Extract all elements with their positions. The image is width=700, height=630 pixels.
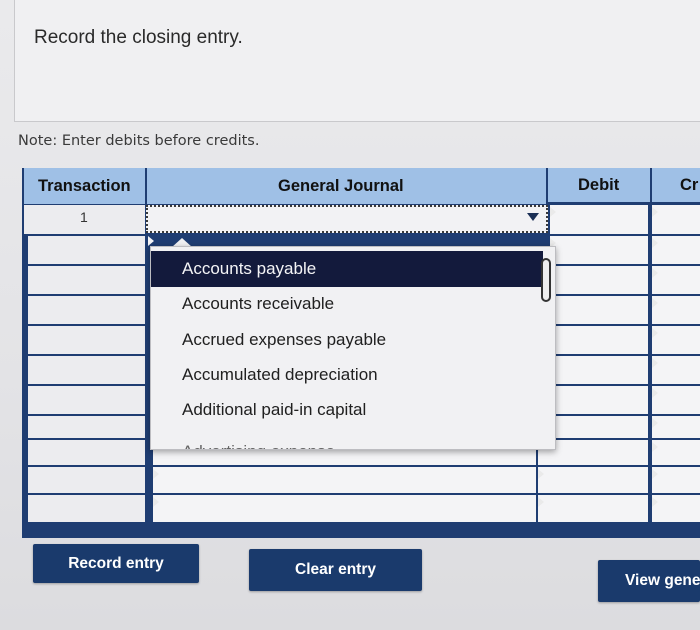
cell-marker-icon bbox=[652, 328, 658, 338]
debit-cell[interactable] bbox=[550, 205, 648, 234]
credit-cell[interactable] bbox=[652, 236, 700, 264]
option-accrued-expenses-payable[interactable]: Accrued expenses payable bbox=[151, 322, 543, 358]
note-text: Note: Enter debits before credits. bbox=[18, 133, 260, 149]
transaction-cell bbox=[28, 467, 145, 493]
cell-marker-icon bbox=[652, 207, 658, 217]
transaction-cell bbox=[28, 495, 145, 522]
option-accounts-receivable[interactable]: Accounts receivable bbox=[151, 286, 543, 322]
debit-cell[interactable] bbox=[550, 236, 648, 264]
transaction-cell bbox=[28, 326, 145, 354]
option-accumulated-depreciation[interactable]: Accumulated depreciation bbox=[151, 357, 543, 393]
cell-marker-icon bbox=[153, 469, 159, 479]
transaction-cell bbox=[28, 266, 145, 294]
cell-marker-icon bbox=[550, 207, 556, 217]
record-entry-button[interactable]: Record entry bbox=[33, 544, 199, 583]
debit-cell[interactable] bbox=[550, 416, 648, 438]
credit-cell[interactable] bbox=[652, 266, 700, 294]
header-transaction: Transaction bbox=[24, 168, 145, 204]
chevron-down-icon[interactable] bbox=[527, 213, 539, 221]
credit-cell[interactable] bbox=[652, 416, 700, 438]
header-credit: Cr bbox=[652, 168, 700, 202]
transaction-cell bbox=[28, 386, 145, 414]
cell-marker-icon bbox=[538, 469, 544, 479]
transaction-cell bbox=[28, 440, 145, 465]
transaction-number: 1 bbox=[80, 209, 88, 225]
account-select[interactable] bbox=[146, 205, 548, 233]
cell-marker-icon bbox=[652, 497, 658, 507]
cell-marker-icon bbox=[652, 388, 658, 398]
debit-cell[interactable] bbox=[550, 356, 648, 384]
credit-cell[interactable] bbox=[652, 386, 700, 414]
cell-marker-icon bbox=[652, 298, 658, 308]
question-box bbox=[14, 0, 700, 122]
cell-marker-icon bbox=[652, 442, 658, 452]
account-cell[interactable] bbox=[153, 467, 536, 493]
cell-marker-icon bbox=[652, 469, 658, 479]
cell-marker-icon bbox=[148, 236, 154, 246]
account-cell[interactable] bbox=[153, 495, 536, 522]
transaction-cell bbox=[28, 356, 145, 384]
cell-marker-icon bbox=[652, 358, 658, 368]
credit-cell[interactable] bbox=[652, 495, 700, 522]
header-debit: Debit bbox=[548, 168, 650, 202]
cell-marker-icon bbox=[652, 418, 658, 428]
option-additional-paid-in-capital[interactable]: Additional paid-in capital bbox=[151, 392, 543, 428]
transaction-cell bbox=[28, 296, 145, 324]
debit-cell[interactable] bbox=[550, 386, 648, 414]
credit-cell[interactable] bbox=[652, 356, 700, 384]
option-advertising-expense[interactable]: Advertising expense bbox=[151, 437, 543, 449]
transaction-cell bbox=[28, 236, 145, 264]
cell-marker-icon bbox=[153, 497, 159, 507]
debit-cell[interactable] bbox=[550, 326, 648, 354]
credit-cell[interactable] bbox=[652, 326, 700, 354]
credit-cell[interactable] bbox=[652, 467, 700, 493]
cell-marker-icon bbox=[538, 497, 544, 507]
debit-cell[interactable] bbox=[550, 266, 648, 294]
view-general-journal-button[interactable]: View gene bbox=[598, 560, 700, 602]
question-text: Record the closing entry. bbox=[34, 27, 243, 48]
dropdown-scrollbar[interactable] bbox=[541, 258, 551, 302]
cell-marker-icon bbox=[652, 268, 658, 278]
option-accounts-payable[interactable]: Accounts payable bbox=[151, 251, 543, 287]
debit-cell[interactable] bbox=[550, 296, 648, 324]
credit-cell[interactable] bbox=[652, 296, 700, 324]
debit-cell[interactable] bbox=[538, 467, 648, 493]
credit-cell[interactable] bbox=[652, 205, 700, 234]
cell-marker-icon bbox=[652, 238, 658, 248]
header-general-journal: General Journal bbox=[147, 168, 546, 204]
debit-cell[interactable] bbox=[538, 495, 648, 522]
transaction-cell bbox=[28, 416, 145, 438]
clear-entry-button[interactable]: Clear entry bbox=[249, 549, 422, 591]
account-dropdown-list[interactable]: Accounts payable Accounts receivable Acc… bbox=[150, 246, 556, 450]
credit-cell[interactable] bbox=[652, 440, 700, 465]
